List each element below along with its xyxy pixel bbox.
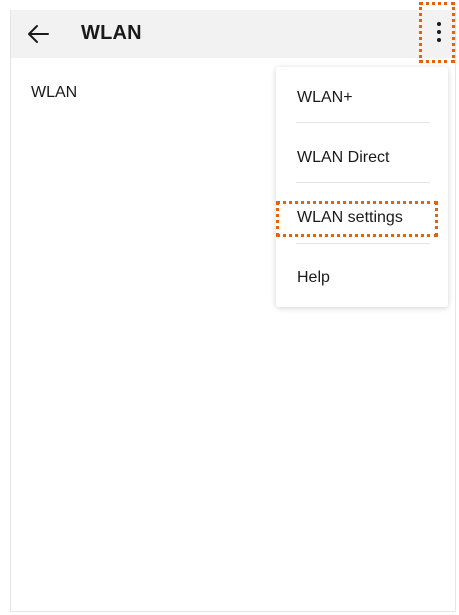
more-options-button[interactable] — [422, 10, 456, 62]
app-bar: WLAN — [11, 10, 455, 58]
menu-item-label: Help — [297, 269, 330, 286]
menu-item-label: WLAN Direct — [297, 149, 390, 166]
arrow-left-icon — [28, 25, 49, 43]
back-button[interactable] — [25, 20, 53, 48]
menu-item-label: WLAN+ — [297, 89, 353, 106]
wlan-row-label: WLAN — [31, 84, 78, 101]
menu-item-help[interactable]: Help — [276, 247, 448, 307]
overflow-menu: WLAN+ WLAN Direct WLAN settings Help — [276, 67, 448, 307]
page-title: WLAN — [81, 22, 142, 44]
divider — [296, 182, 430, 183]
menu-item-wlan-plus[interactable]: WLAN+ — [276, 67, 448, 127]
phone-screen: WLAN WLAN WLAN+ WLAN Direct WLAN setting… — [10, 2, 456, 612]
divider — [296, 243, 430, 244]
menu-item-label: WLAN settings — [297, 209, 403, 226]
menu-item-wlan-direct[interactable]: WLAN Direct — [276, 127, 448, 187]
divider — [296, 122, 430, 123]
menu-item-wlan-settings[interactable]: WLAN settings — [276, 187, 448, 247]
